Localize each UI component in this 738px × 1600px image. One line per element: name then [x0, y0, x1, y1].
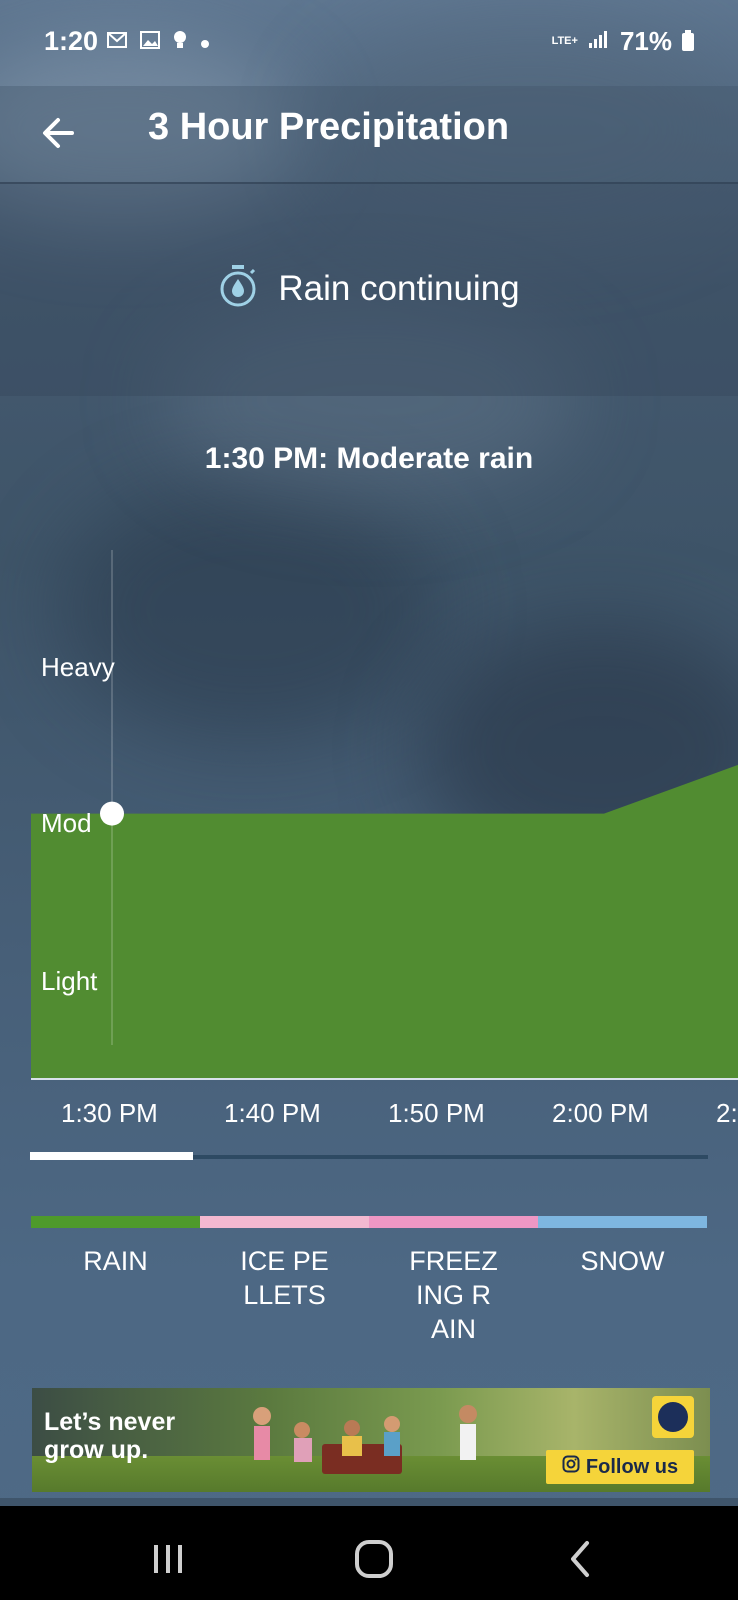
ad-headline-line2: grow up.: [44, 1436, 149, 1464]
legend-item-snow: SNOW: [538, 1216, 707, 1346]
legend-swatch: [31, 1216, 200, 1228]
status-time: 1:20: [44, 26, 99, 56]
instagram-icon: [562, 1455, 580, 1479]
lte-icon: LTE+: [552, 36, 578, 47]
stopwatch-drop-icon: [218, 264, 258, 313]
system-status: LTE+ 71%: [552, 26, 694, 57]
selected-point-marker[interactable]: [100, 801, 124, 826]
x-tick-label[interactable]: 2:: [716, 1098, 738, 1129]
bulb-icon: [172, 30, 188, 56]
precip-chart-svg[interactable]: [0, 540, 738, 1080]
x-tick-label[interactable]: 1:50 PM: [388, 1098, 485, 1129]
x-tick-label[interactable]: 1:40 PM: [224, 1098, 321, 1129]
legend-swatch: [200, 1216, 369, 1228]
recents-icon[interactable]: [138, 1534, 198, 1584]
network-type: LTE+: [551, 35, 578, 47]
image-icon: [140, 31, 160, 55]
ad-banner[interactable]: Let’s never grow up. Follow us: [32, 1388, 710, 1492]
page-title: 3 Hour Precipitation: [148, 106, 510, 148]
gmail-icon: [106, 31, 128, 55]
legend-label: SNOW: [580, 1246, 665, 1276]
legend-swatch: [369, 1216, 538, 1228]
timeline-progress: [30, 1152, 193, 1160]
precip-legend: RAIN ICE PELLETS FREEZING RAIN SNOW: [31, 1216, 707, 1346]
precip-chart[interactable]: [0, 540, 738, 1080]
legend-label: ICE PELLETS: [240, 1246, 329, 1310]
y-label-light: Light: [41, 966, 98, 996]
y-label-mod: Mod: [41, 808, 92, 838]
legend-item-freezing-rain: FREEZING RAIN: [369, 1216, 538, 1346]
x-tick-label[interactable]: 1:30 PM: [61, 1098, 158, 1129]
ad-headline-line1: Let’s never: [44, 1408, 176, 1436]
legend-label: FREEZING RAIN: [409, 1246, 498, 1344]
signal-icon: [588, 29, 610, 54]
follow-us-button[interactable]: Follow us: [546, 1450, 694, 1484]
rain-area: [31, 764, 738, 1078]
ad-children-illustration: [242, 1404, 502, 1474]
brand-logo-icon: [652, 1396, 694, 1438]
x-tick-label[interactable]: 2:00 PM: [552, 1098, 649, 1129]
precip-summary-panel: Rain continuing: [0, 182, 738, 396]
content-bottom-edge: [0, 1498, 738, 1506]
legend-item-rain: RAIN: [31, 1216, 200, 1346]
legend-swatch: [538, 1216, 707, 1228]
system-nav-bar: [0, 1506, 738, 1600]
battery-percent: 71%: [619, 26, 672, 56]
follow-us-label: Follow us: [585, 1455, 679, 1478]
notification-icons: [106, 30, 210, 56]
arrow-left-icon[interactable]: [36, 108, 86, 158]
back-chevron-icon[interactable]: [550, 1534, 610, 1584]
status-bar: 1:20 LTE+ 71%: [0, 0, 738, 86]
ad-headline: Let’s never grow up.: [44, 1408, 175, 1464]
legend-item-ice-pellets: ICE PELLETS: [200, 1216, 369, 1346]
time-axis: 1:30 PM 1:40 PM 1:50 PM 2:00 PM 2:: [0, 1098, 738, 1138]
current-reading: 1:30 PM: Moderate rain: [204, 442, 534, 475]
app-header: 3 Hour Precipitation: [0, 86, 738, 184]
dot-icon: [200, 31, 210, 55]
legend-label: RAIN: [83, 1246, 148, 1276]
home-icon[interactable]: [344, 1534, 404, 1584]
battery-icon: [682, 29, 694, 51]
y-label-heavy: Heavy: [41, 652, 115, 682]
summary-text: Rain continuing: [278, 268, 520, 308]
